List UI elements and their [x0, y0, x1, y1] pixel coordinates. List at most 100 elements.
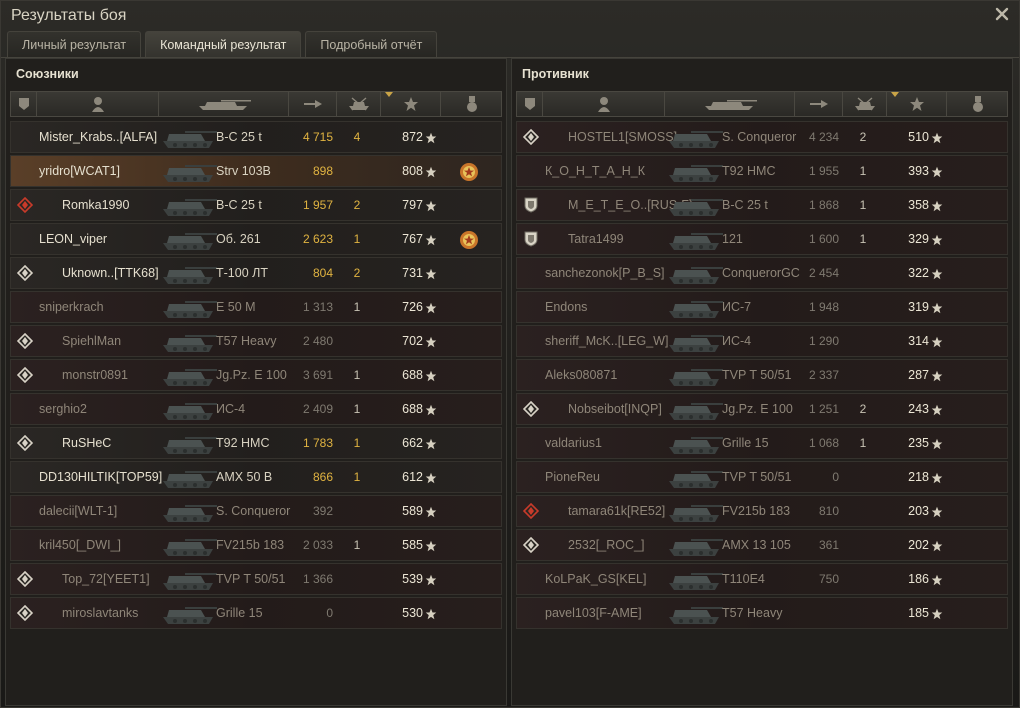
player-name[interactable]: serghio2: [39, 394, 87, 425]
player-name[interactable]: Tatra1499: [568, 224, 624, 255]
player-name[interactable]: Endons: [545, 292, 587, 323]
tank-icon[interactable]: [665, 92, 795, 116]
table-row[interactable]: monstr0891 Jg.Pz. E 100 3 691 1 688: [10, 359, 502, 391]
table-row[interactable]: kril450[_DWI_] FV215b 183 2 033 1 585: [10, 529, 502, 561]
player-name[interactable]: KoLPaK_GS[KEL]: [545, 564, 646, 595]
player-name[interactable]: yridro[WCAT1]: [39, 156, 120, 187]
kills-value: 1: [353, 436, 361, 450]
experience-star-icon[interactable]: [381, 92, 441, 116]
rank-badge-icon: [522, 502, 540, 520]
experience-value: 287: [908, 368, 929, 382]
star-icon: [425, 267, 437, 280]
player-name[interactable]: miroslavtanks: [62, 598, 138, 629]
player-icon[interactable]: [543, 92, 665, 116]
kills-value: 1: [859, 436, 867, 450]
player-name[interactable]: К_О_Н_Т_А_Н_К: [545, 156, 645, 187]
player-name[interactable]: Mister_Krabs..[ALFA]: [39, 122, 157, 153]
table-row[interactable]: sniperkrach E 50 M 1 313 1 726: [10, 291, 502, 323]
table-row[interactable]: Romka1990 В-С 25 t 1 957 2 797: [10, 189, 502, 221]
achievement-medal-icon[interactable]: [458, 161, 480, 183]
table-row[interactable]: yridro[WCAT1] Strv 103B 898 808: [10, 155, 502, 187]
table-row[interactable]: Uknown..[TTK68] Т-100 ЛТ 804 2 731: [10, 257, 502, 289]
experience-value: 203: [908, 504, 929, 518]
table-row[interactable]: Nobseibot[INQP] Jg.Pz. E 100 1 251 2 243: [516, 393, 1008, 425]
player-name[interactable]: monstr0891: [62, 360, 128, 391]
table-row[interactable]: pavel103[F-AME] T57 Heavy 185: [516, 597, 1008, 629]
table-row[interactable]: К_О_Н_Т_А_Н_К T92 HMC 1 955 1 393: [516, 155, 1008, 187]
player-name[interactable]: Aleks080871: [545, 360, 617, 391]
player-name[interactable]: Nobseibot[INQP]: [568, 394, 662, 425]
tank-name: T92 HMC: [216, 436, 270, 450]
player-icon[interactable]: [37, 92, 159, 116]
kills-icon[interactable]: [337, 92, 381, 116]
experience-star-icon[interactable]: [887, 92, 947, 116]
table-row[interactable]: SpiehlMan T57 Heavy 2 480 702: [10, 325, 502, 357]
table-row[interactable]: HOSTEL1[SMOSS] S. Conqueror 4 234 2 510: [516, 121, 1008, 153]
table-row[interactable]: M_E_T_E_O..[RUS-F] В-С 25 t1 868 1 358: [516, 189, 1008, 221]
damage-value: 810: [818, 504, 839, 518]
star-icon: [425, 539, 437, 552]
player-name[interactable]: Romka1990: [62, 190, 129, 221]
table-row[interactable]: Top_72[YEET1] TVP T 50/51 1 366 539: [10, 563, 502, 595]
achievement-medal-icon[interactable]: [458, 229, 480, 251]
table-row[interactable]: KoLPaK_GS[KEL] T110E4 750 186: [516, 563, 1008, 595]
player-name[interactable]: sheriff_McK..[LEG_W]: [545, 326, 668, 357]
kills-value: 1: [353, 470, 361, 484]
rank-icon[interactable]: [517, 92, 543, 116]
player-name[interactable]: Top_72[YEET1]: [62, 564, 150, 595]
tank-image: [159, 259, 219, 288]
table-row[interactable]: miroslavtanks Grille 15 0 530: [10, 597, 502, 629]
table-row[interactable]: Endons ИС-7 1 948 319: [516, 291, 1008, 323]
kills-icon[interactable]: [843, 92, 887, 116]
player-name[interactable]: kril450[_DWI_]: [39, 530, 121, 561]
table-row[interactable]: dalecii[WLT-1] S. Conqueror 392 589: [10, 495, 502, 527]
table-row[interactable]: sheriff_McK..[LEG_W] ИС-4 1 290 314: [516, 325, 1008, 357]
table-row[interactable]: sanchezonok[P_B_S] ConquerorGC 2 454 322: [516, 257, 1008, 289]
player-name[interactable]: tamara61k[RE52]: [568, 496, 665, 527]
table-row[interactable]: LEON_viper Об. 261 2 623 1 767: [10, 223, 502, 255]
player-name[interactable]: 2532[_ROC_]: [568, 530, 644, 561]
tank-icon[interactable]: [159, 92, 289, 116]
experience-value: 329: [908, 232, 929, 246]
rank-badge-icon: [16, 264, 34, 282]
table-row[interactable]: RuSHeC T92 HMC 1 783 1 662: [10, 427, 502, 459]
experience-value: 872: [402, 130, 423, 144]
star-icon: [425, 199, 437, 212]
tab-personal-result[interactable]: Личный результат: [7, 31, 142, 57]
damage-value: 2 623: [302, 232, 333, 246]
tab-detailed-report[interactable]: Подробный отчёт: [305, 31, 438, 57]
player-name[interactable]: PioneReu: [545, 462, 600, 493]
player-name[interactable]: LEON_viper: [39, 224, 107, 255]
tab-team-result[interactable]: Командный результат: [145, 31, 302, 57]
player-name[interactable]: RuSHeC: [62, 428, 111, 459]
player-name[interactable]: SpiehlMan: [62, 326, 121, 357]
close-icon[interactable]: [993, 5, 1011, 23]
tank-name: S. Conqueror: [722, 130, 797, 144]
table-row[interactable]: Aleks080871 TVP T 50/51 2 337 287: [516, 359, 1008, 391]
table-row[interactable]: PioneReu TVP T 50/51 0 218: [516, 461, 1008, 493]
player-name[interactable]: valdarius1: [545, 428, 602, 459]
table-row[interactable]: 2532[_ROC_] AMX 13 105 361 202: [516, 529, 1008, 561]
medal-icon[interactable]: [441, 92, 503, 116]
table-row[interactable]: tamara61k[RE52] FV215b 183 810 203: [516, 495, 1008, 527]
damage-icon[interactable]: [795, 92, 843, 116]
player-name[interactable]: sanchezonok[P_B_S]: [545, 258, 665, 289]
rank-badge-icon: [16, 434, 34, 452]
player-name[interactable]: dalecii[WLT-1]: [39, 496, 117, 527]
table-row[interactable]: Mister_Krabs..[ALFA] В-С 25 t 4 715 4 872: [10, 121, 502, 153]
table-row[interactable]: Tatra1499 121 1 600 1 329: [516, 223, 1008, 255]
player-name[interactable]: sniperkrach: [39, 292, 104, 323]
player-name[interactable]: pavel103[F-AME]: [545, 598, 642, 629]
rank-icon[interactable]: [11, 92, 37, 116]
medal-icon[interactable]: [947, 92, 1009, 116]
table-row[interactable]: DD130HILTIK[TOP59] AMX 50 B 866 1 612: [10, 461, 502, 493]
player-name[interactable]: DD130HILTIK[TOP59]: [39, 462, 162, 493]
damage-value: 4 715: [302, 130, 333, 144]
star-icon: [425, 301, 437, 314]
table-row[interactable]: valdarius1 Grille 15 1 068 1 235: [516, 427, 1008, 459]
tank-image: [665, 225, 725, 254]
player-name[interactable]: HOSTEL1[SMOSS]: [568, 122, 677, 153]
table-row[interactable]: serghio2 ИС-4 2 409 1 688: [10, 393, 502, 425]
player-name[interactable]: Uknown..[TTK68]: [62, 258, 159, 289]
damage-icon[interactable]: [289, 92, 337, 116]
